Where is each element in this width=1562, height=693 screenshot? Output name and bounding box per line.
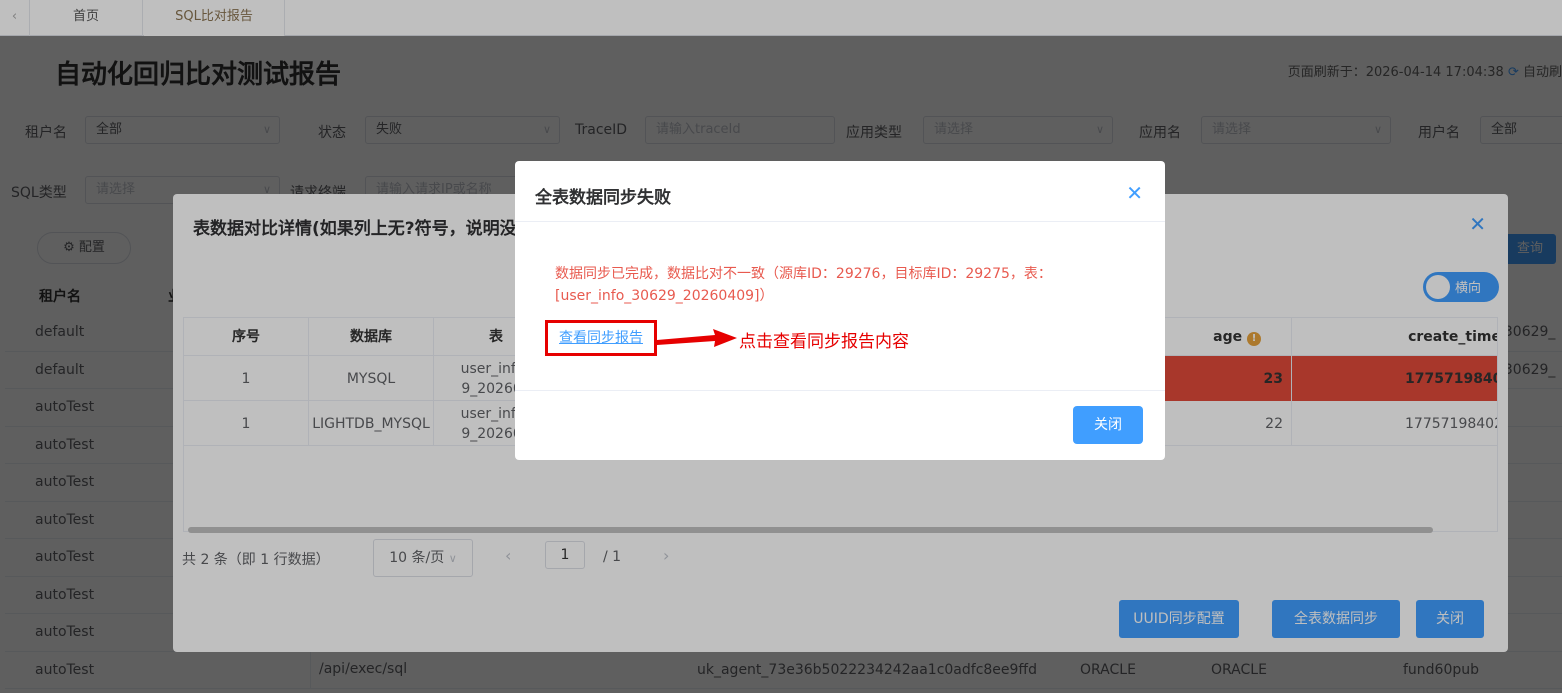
divider [515, 390, 1165, 391]
sync-message: 数据同步已完成，数据比对不一致（源库ID：29276，目标库ID：29275，表… [555, 266, 1052, 304]
dialog-title: 全表数据同步失败 [535, 188, 671, 208]
close-button[interactable]: 关闭 [1073, 406, 1143, 444]
view-sync-report-link[interactable]: 查看同步报告 [545, 320, 657, 356]
sync-result-dialog: 全表数据同步失败 ✕ 数据同步已完成，数据比对不一致（源库ID：29276，目标… [515, 161, 1165, 460]
divider [515, 221, 1165, 222]
arrow-right-icon [657, 329, 737, 347]
close-icon[interactable]: ✕ [1126, 181, 1143, 205]
annotation-note: 点击查看同步报告内容 [739, 332, 909, 352]
